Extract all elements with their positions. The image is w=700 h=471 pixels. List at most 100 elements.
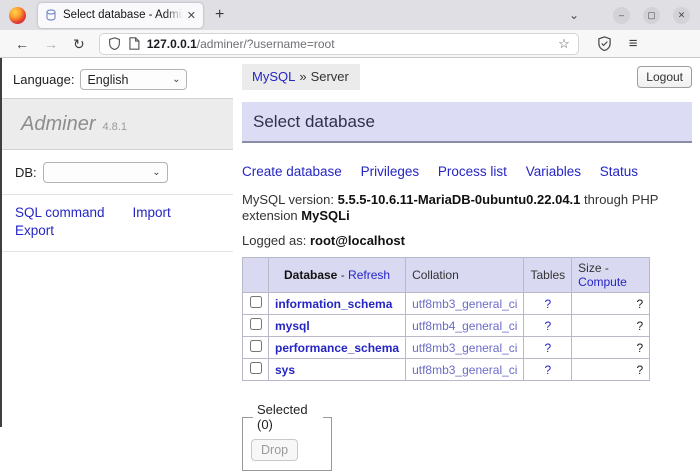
breadcrumb-row: MySQL»Server Logout	[242, 58, 692, 96]
firefox-logo-icon	[9, 7, 26, 24]
reload-icon[interactable]: ↻	[73, 37, 85, 51]
row-checkbox-cell	[243, 293, 269, 315]
hamburger-menu-icon[interactable]: ≡	[629, 35, 638, 52]
size-header-label: Size	[578, 261, 601, 275]
tables-count-link[interactable]: ?	[544, 297, 551, 311]
tables-header-cell: Tables	[524, 258, 572, 293]
logged-as-line: Logged as: root@localhost	[242, 233, 692, 248]
language-selected-value: English	[87, 73, 128, 87]
tables-count-link[interactable]: ?	[544, 341, 551, 355]
collation-header-cell: Collation	[406, 258, 524, 293]
collation-cell: utf8mb4_general_ci	[406, 315, 524, 337]
table-row: sys utf8mb3_general_ci ? ?	[243, 359, 650, 381]
collation-cell: utf8mb3_general_ci	[406, 293, 524, 315]
browser-tab[interactable]: Select database - Adminer ✕	[38, 3, 203, 28]
tables-cell: ?	[524, 315, 572, 337]
collation-value: utf8mb3_general_ci	[412, 341, 517, 355]
chevron-down-icon: ⌄	[172, 74, 180, 85]
size-value: ?	[636, 319, 643, 333]
back-icon[interactable]: ←	[15, 37, 29, 51]
adminer-version: 4.8.1	[102, 121, 126, 133]
row-checkbox[interactable]	[250, 362, 262, 374]
table-row: information_schema utf8mb3_general_ci ? …	[243, 293, 650, 315]
tables-count-link[interactable]: ?	[544, 319, 551, 333]
forward-icon[interactable]: →	[44, 37, 58, 51]
database-link[interactable]: sys	[275, 363, 295, 377]
nav-link-create-database[interactable]: Create database	[242, 164, 342, 179]
adminer-page: Language: English ⌄ Adminer 4.8.1 DB: ⌄ …	[0, 58, 700, 427]
row-checkbox-cell	[243, 337, 269, 359]
header-separator: -	[341, 268, 345, 282]
address-bar[interactable]: 127.0.0.1/adminer/?username=root ☆	[99, 33, 579, 55]
url-path: /adminer/?username=root	[197, 37, 335, 51]
db-table-body: information_schema utf8mb3_general_ci ? …	[243, 293, 650, 381]
brand-band: Adminer 4.8.1	[2, 98, 233, 150]
tables-cell: ?	[524, 337, 572, 359]
db-select[interactable]: ⌄	[43, 162, 168, 183]
shield-permissions-icon[interactable]	[108, 37, 121, 50]
language-select[interactable]: English ⌄	[80, 69, 187, 90]
window-maximize-button[interactable]: ▢	[643, 7, 660, 24]
database-name-cell: performance_schema	[269, 337, 406, 359]
tab-title: Select database - Adminer	[63, 8, 183, 23]
adminer-favicon-icon	[45, 9, 57, 21]
collation-value: utf8mb3_general_ci	[412, 363, 517, 377]
database-name-cell: mysql	[269, 315, 406, 337]
database-link[interactable]: mysql	[275, 319, 310, 333]
row-checkbox-cell	[243, 315, 269, 337]
row-checkbox[interactable]	[250, 318, 262, 330]
database-header-label: Database	[284, 268, 337, 282]
size-cell: ?	[572, 315, 650, 337]
page-info-icon[interactable]	[128, 37, 140, 50]
logout-button[interactable]: Logout	[637, 66, 692, 88]
table-row: performance_schema utf8mb3_general_ci ? …	[243, 337, 650, 359]
nav-link-process-list[interactable]: Process list	[438, 164, 507, 179]
nav-link-status[interactable]: Status	[600, 164, 638, 179]
row-checkbox[interactable]	[250, 296, 262, 308]
tab-bar: Select database - Adminer ✕ + ⌄ – ▢ ✕	[0, 0, 700, 30]
size-value: ?	[636, 341, 643, 355]
sidebar-divider	[2, 251, 233, 252]
collation-cell: utf8mb3_general_ci	[406, 337, 524, 359]
account-shield-icon[interactable]	[597, 36, 612, 51]
mysql-version-line: MySQL version: 5.5.5-10.6.11-MariaDB-0ub…	[242, 192, 692, 224]
nav-link-privileges[interactable]: Privileges	[361, 164, 420, 179]
tables-cell: ?	[524, 293, 572, 315]
breadcrumb-current: Server	[311, 69, 349, 84]
logged-user: root@localhost	[310, 233, 405, 248]
sidebar-link-export[interactable]: Export	[15, 223, 54, 238]
row-checkbox-cell	[243, 359, 269, 381]
drop-button[interactable]: Drop	[251, 439, 298, 461]
sidebar-link-sql-command[interactable]: SQL command	[15, 205, 105, 220]
database-link[interactable]: performance_schema	[275, 341, 399, 355]
sidebar-link-import[interactable]: Import	[133, 205, 171, 220]
window-close-button[interactable]: ✕	[673, 7, 690, 24]
size-value: ?	[636, 363, 643, 377]
database-link[interactable]: information_schema	[275, 297, 392, 311]
tables-count-link[interactable]: ?	[544, 363, 551, 377]
size-header-cell: Size - Compute	[572, 258, 650, 293]
adminer-brand: Adminer	[21, 113, 95, 136]
selected-fieldset: Selected (0) Drop	[242, 402, 332, 471]
tab-close-icon[interactable]: ✕	[187, 9, 196, 22]
row-checkbox[interactable]	[250, 340, 262, 352]
tables-cell: ?	[524, 359, 572, 381]
bookmark-star-icon[interactable]: ☆	[558, 36, 570, 52]
new-tab-button[interactable]: +	[215, 7, 224, 23]
nav-link-variables[interactable]: Variables	[526, 164, 581, 179]
version-label: MySQL version:	[242, 192, 334, 207]
window-minimize-button[interactable]: –	[613, 7, 630, 24]
compute-link[interactable]: Compute	[578, 275, 627, 289]
version-extension: MySQLi	[301, 208, 349, 223]
db-select-row: DB: ⌄	[2, 150, 233, 183]
size-cell: ?	[572, 359, 650, 381]
breadcrumb: MySQL»Server	[242, 64, 360, 90]
database-name-cell: information_schema	[269, 293, 406, 315]
server-nav-links: Create database Privileges Process list …	[242, 164, 692, 179]
collation-value: utf8mb4_general_ci	[412, 319, 517, 333]
breadcrumb-mysql-link[interactable]: MySQL	[252, 69, 295, 84]
list-all-tabs-icon[interactable]: ⌄	[569, 8, 579, 22]
db-label: DB:	[15, 165, 37, 180]
refresh-link[interactable]: Refresh	[348, 268, 390, 282]
database-table: Database - Refresh Collation Tables Size…	[242, 257, 650, 381]
